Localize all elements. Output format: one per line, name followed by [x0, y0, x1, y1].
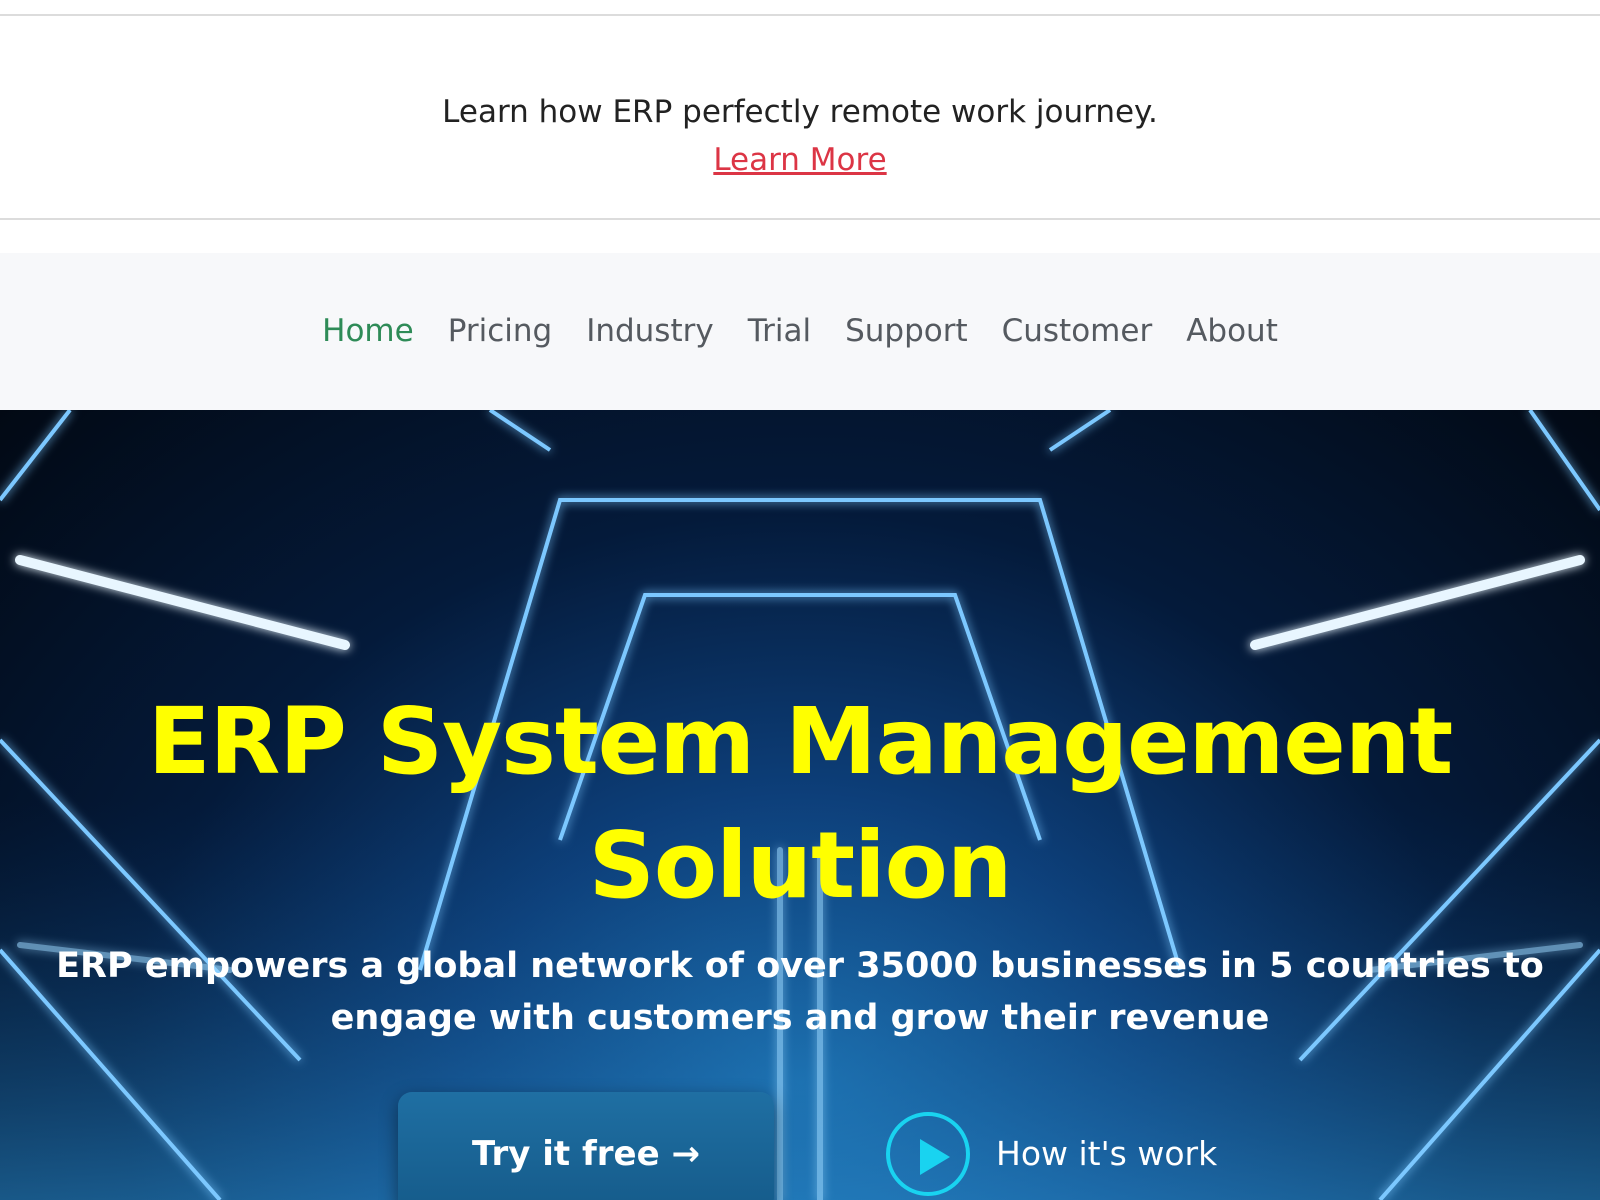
- hero-title-line1: ERP System Management: [147, 688, 1454, 795]
- try-it-free-button[interactable]: Try it free →: [398, 1092, 774, 1200]
- hero-section: ERP System Management Solution ERP empow…: [0, 410, 1600, 1200]
- hero-title: ERP System Management Solution: [0, 680, 1600, 928]
- announcement-text-block: Learn how ERP perfectly remote work jour…: [0, 88, 1600, 184]
- nav-item-pricing[interactable]: Pricing: [431, 309, 570, 353]
- how-it-works-link[interactable]: How it's work: [996, 1132, 1217, 1176]
- nav-item-about[interactable]: About: [1169, 309, 1295, 353]
- nav-item-customer[interactable]: Customer: [985, 309, 1170, 353]
- nav-item-support[interactable]: Support: [828, 309, 985, 353]
- nav-item-trial[interactable]: Trial: [731, 309, 828, 353]
- announcement-bar: Learn how ERP perfectly remote work jour…: [0, 14, 1600, 220]
- nav-list: Home Pricing Industry Trial Support Cust…: [0, 309, 1600, 353]
- play-video-button[interactable]: [886, 1112, 970, 1196]
- play-icon: [920, 1139, 950, 1175]
- learn-more-link[interactable]: Learn More: [713, 142, 886, 178]
- nav-item-industry[interactable]: Industry: [569, 309, 731, 353]
- hero-subtitle: ERP empowers a global network of over 35…: [56, 946, 1544, 1038]
- main-navbar: Home Pricing Industry Trial Support Cust…: [0, 253, 1600, 410]
- announcement-text: Learn how ERP perfectly remote work jour…: [442, 94, 1158, 130]
- hero-title-line2: Solution: [588, 812, 1013, 919]
- nav-item-home[interactable]: Home: [305, 309, 431, 353]
